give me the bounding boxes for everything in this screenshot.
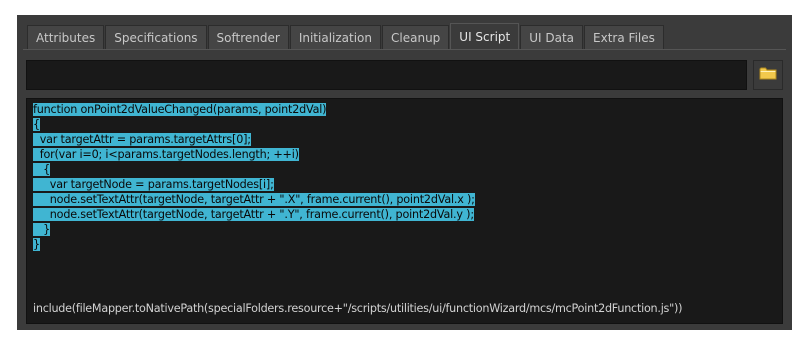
script-path-row <box>26 60 783 90</box>
code-line: node.setTextAttr(targetNode, targetAttr … <box>33 208 474 221</box>
script-editor[interactable]: function onPoint2dValueChanged(params, p… <box>26 98 783 324</box>
ui-script-panel: function onPoint2dValueChanged(params, p… <box>23 49 786 325</box>
tab-bar: Attributes Specifications Softrender Ini… <box>27 23 665 49</box>
script-editor-window: Attributes Specifications Softrender Ini… <box>17 15 792 330</box>
code-block: function onPoint2dValueChanged(params, p… <box>33 102 475 252</box>
code-line: { <box>33 163 50 176</box>
folder-icon <box>759 66 777 85</box>
code-line: } <box>33 238 40 251</box>
code-line: var targetAttr = params.targetAttrs[0]; <box>33 133 251 146</box>
tab-initialization[interactable]: Initialization <box>289 25 382 49</box>
code-line: { <box>33 118 40 131</box>
script-path-input[interactable] <box>26 60 747 90</box>
code-line: } <box>33 223 50 236</box>
tab-ui-data[interactable]: UI Data <box>520 25 584 49</box>
tab-softrender[interactable]: Softrender <box>207 25 289 49</box>
tab-extra-files[interactable]: Extra Files <box>584 25 664 49</box>
browse-folder-button[interactable] <box>753 60 783 90</box>
include-statement: include(fileMapper.toNativePath(specialF… <box>33 302 683 315</box>
code-line: node.setTextAttr(targetNode, targetAttr … <box>33 193 475 206</box>
tab-attributes[interactable]: Attributes <box>27 25 105 49</box>
tab-ui-script[interactable]: UI Script <box>450 23 520 49</box>
tab-cleanup[interactable]: Cleanup <box>382 25 450 49</box>
tab-specifications[interactable]: Specifications <box>105 25 207 49</box>
code-line: for(var i=0; i<params.targetNodes.length… <box>33 148 299 161</box>
code-line: function onPoint2dValueChanged(params, p… <box>33 103 327 116</box>
code-line: var targetNode = params.targetNodes[i]; <box>33 178 274 191</box>
